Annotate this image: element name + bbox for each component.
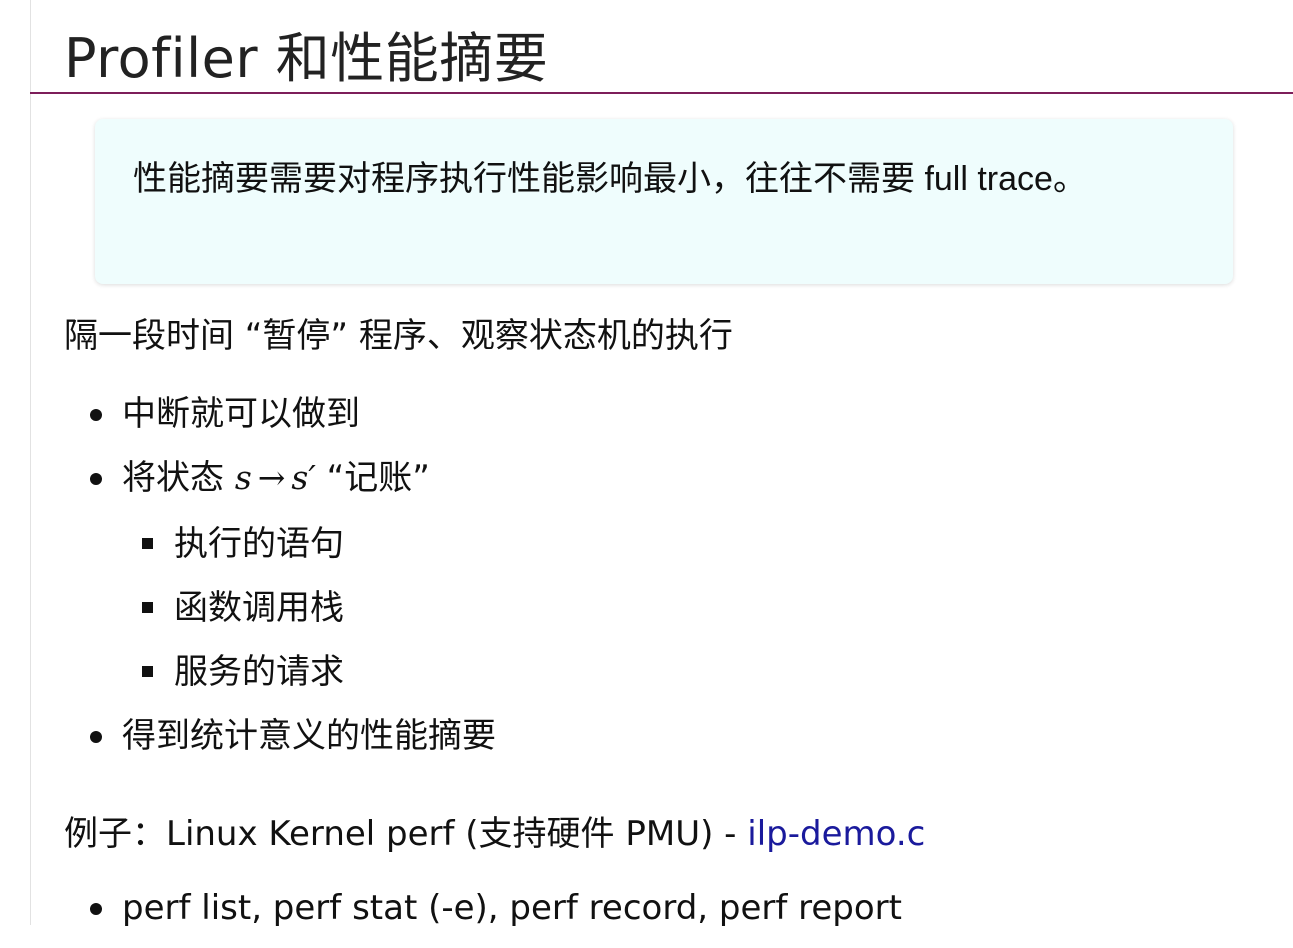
list-item: 将状态 s → s′ “记账”: [90, 454, 430, 518]
list-item: 中断就可以做到: [90, 390, 430, 454]
list-item-text: 得到统计意义的性能摘要: [122, 716, 496, 756]
sub-list-item: 函数调用栈: [142, 584, 344, 648]
title-divider: [30, 92, 1293, 94]
list-item-text: 将状态: [122, 458, 235, 498]
list-item: 得到统计意义的性能摘要: [90, 712, 496, 776]
callout-text-latin: full trace: [915, 160, 1053, 198]
note-callout: 性能摘要需要对程序执行性能影响最小，往往不需要 full trace。: [95, 119, 1233, 284]
intro-paragraph: 隔一段时间 “暂停” 程序、观察状态机的执行: [64, 316, 733, 356]
callout-text-cjk: 性能摘要需要对程序执行性能影响最小，往往不需要: [133, 159, 915, 199]
main-bullet-list-continued: 得到统计意义的性能摘要: [90, 712, 496, 776]
math-expression: s → s′: [235, 458, 316, 497]
list-item-text: 中断就可以做到: [122, 394, 360, 434]
callout-text-end: 。: [1052, 159, 1087, 199]
math-s: s: [234, 458, 252, 497]
math-arrow: →: [257, 458, 286, 497]
example-text: 例子：Linux Kernel perf (支持硬件 PMU) -: [64, 814, 748, 854]
main-bullet-list: 中断就可以做到 将状态 s → s′ “记账”: [90, 390, 430, 518]
perf-commands-list: perf list, perf stat (-e), perf record, …: [90, 884, 902, 948]
list-item-text-suffix: “记账”: [315, 458, 430, 498]
sub-list-item: 服务的请求: [142, 648, 344, 712]
page-title: Profiler 和性能摘要: [64, 27, 549, 90]
example-paragraph: 例子：Linux Kernel perf (支持硬件 PMU) - ilp-de…: [64, 810, 925, 858]
sub-list-item: 执行的语句: [142, 520, 344, 584]
sub-bullet-list: 执行的语句 函数调用栈 服务的请求: [142, 520, 344, 712]
list-item: perf list, perf stat (-e), perf record, …: [90, 884, 902, 948]
left-margin-rule: [30, 0, 31, 925]
math-s-prime: s′: [291, 458, 316, 497]
ilp-demo-link[interactable]: ilp-demo.c: [747, 814, 925, 854]
